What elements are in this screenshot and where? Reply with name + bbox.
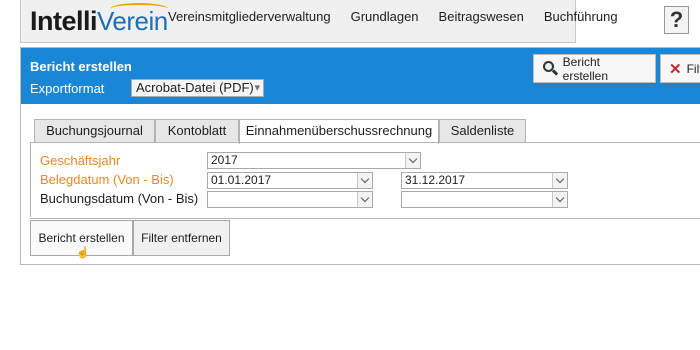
tab-kontoblatt[interactable]: Kontoblatt [155, 119, 239, 143]
hand-pointer-icon: ☝ [76, 247, 90, 259]
close-icon: ✕ [669, 60, 682, 78]
magnifier-icon [542, 60, 559, 77]
chevron-down-icon: ▾ [254, 82, 260, 94]
main-nav: Vereinsmitgliederverwaltung Grundlagen B… [168, 9, 638, 24]
tab-saldenliste[interactable]: Saldenliste [439, 119, 526, 143]
logo-text-part1: Intelli [30, 6, 98, 36]
form-divider [30, 218, 700, 219]
export-format-value: Acrobat-Datei (PDF) [136, 80, 254, 95]
header-create-report-label: Bericht erstellen [562, 54, 609, 83]
panel-title: Bericht erstellen [30, 59, 132, 74]
export-format-label: Exportformat [30, 81, 105, 96]
top-navigation-bar: IntelliVerein Vereinsmitgliederverwaltun… [20, 0, 618, 43]
nav-item-mitgliederverwaltung[interactable]: Vereinsmitgliederverwaltung [168, 9, 331, 24]
nav-item-beitragswesen[interactable]: Beitragswesen [439, 9, 524, 24]
intelliverein-logo[interactable]: IntelliVerein [30, 3, 168, 38]
export-format-select[interactable]: Acrobat-Datei (PDF) ▾ [131, 79, 264, 97]
panel-header: Bericht erstellen Exportformat Acrobat-D… [21, 48, 700, 104]
header-create-report-button[interactable]: Bericht erstellen [533, 54, 656, 83]
logo-swoosh [110, 3, 168, 15]
remove-filter-button[interactable]: Filter entfernen [133, 220, 230, 256]
nav-item-buchfuehrung[interactable]: Buchführung [544, 9, 618, 24]
tab-buchungsjournal[interactable]: Buchungsjournal [34, 119, 155, 143]
nav-item-grundlagen[interactable]: Grundlagen [351, 9, 419, 24]
help-button[interactable]: ? [664, 6, 689, 34]
header-filter-label: Filter [686, 61, 700, 76]
header-filter-button[interactable]: ✕ Filter [660, 54, 700, 83]
tab-einnahmenueberschussrechnung[interactable]: Einnahmenüberschussrechnung [239, 119, 439, 144]
app-window: IntelliVerein Vereinsmitgliederverwaltun… [0, 0, 700, 350]
filter-form-area [30, 143, 700, 217]
